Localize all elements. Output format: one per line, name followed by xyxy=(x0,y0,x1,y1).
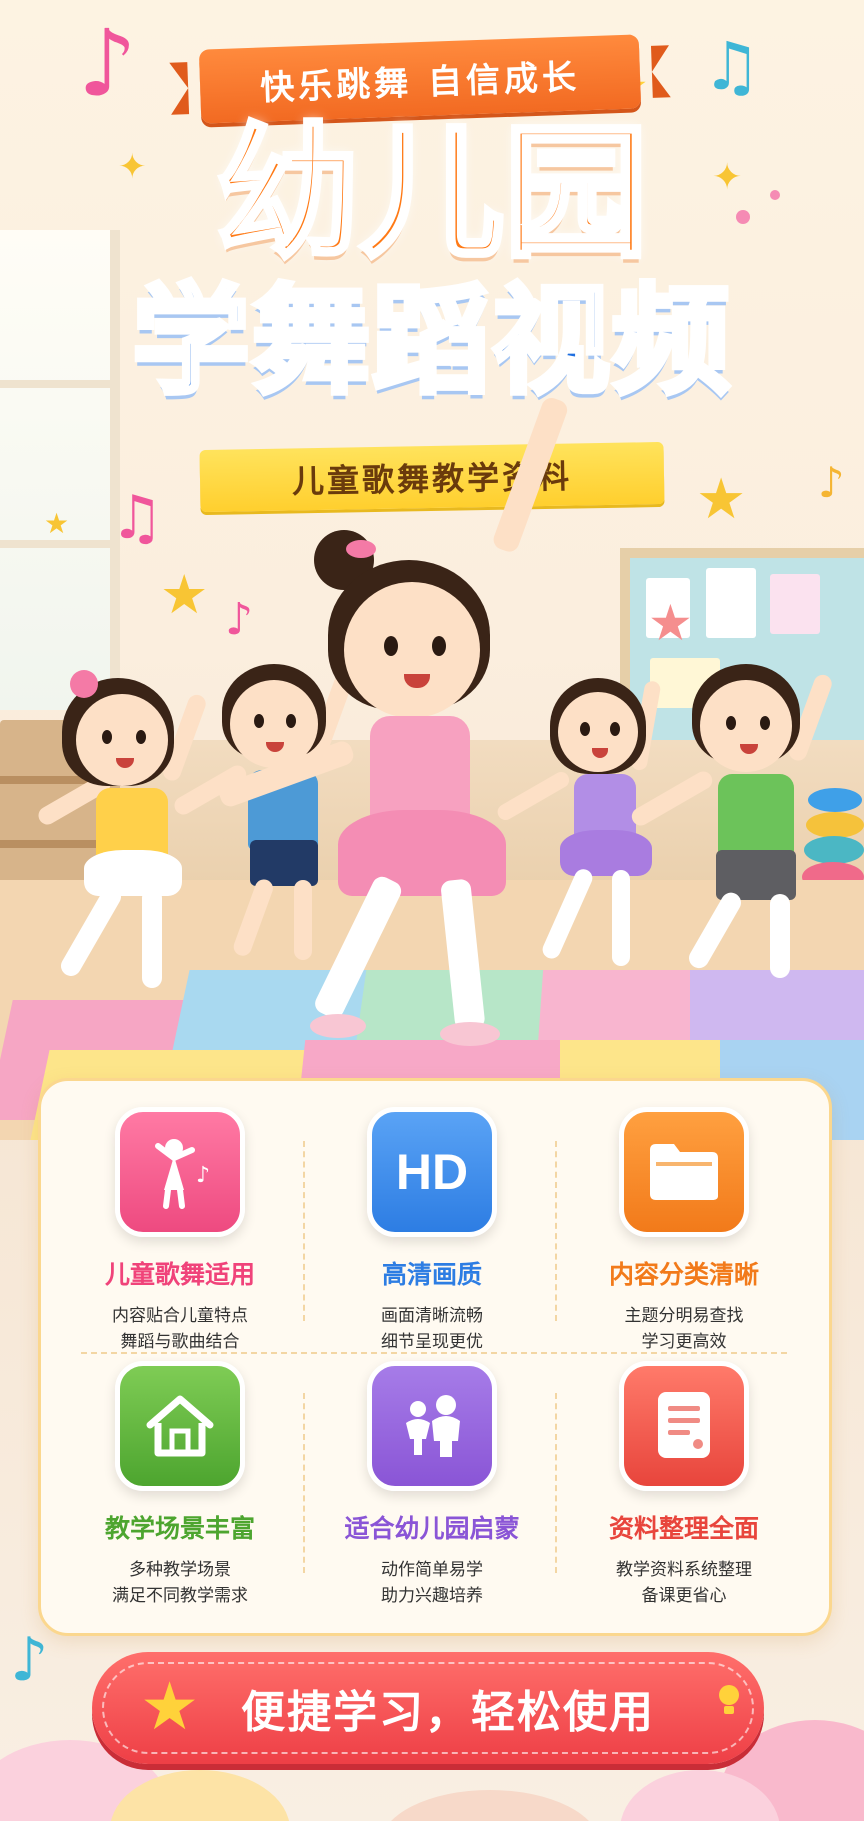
feature-desc: 主题分明易查找 学习更高效 xyxy=(624,1306,744,1352)
feature-hd-quality: HD 高清画质 画面清晰流畅 细节呈现更优 xyxy=(307,1107,557,1355)
features-panel: ♪ 儿童歌舞适用 内容贴合儿童特点 舞蹈与歌曲结合 HD 高清画质 画面清晰流畅… xyxy=(38,1078,832,1636)
music-note-icon: ♪ xyxy=(78,10,137,117)
subtitle-banner: 儿童歌舞教学资料 xyxy=(199,441,665,513)
feature-desc: 教学资料系统整理 备课更省心 xyxy=(616,1560,752,1606)
star-icon: ★ xyxy=(648,594,693,652)
star-icon: ★ xyxy=(44,507,70,540)
cta-label: 便捷学习，轻松使用 xyxy=(241,1687,655,1738)
feature-title: 高清画质 xyxy=(381,1260,482,1289)
dancing-girl-icon: ♪ xyxy=(155,1139,210,1209)
hd-icon: HD xyxy=(395,1144,469,1200)
svg-text:♪: ♪ xyxy=(196,1163,210,1188)
feature-desc: 多种教学场景 满足不同教学需求 xyxy=(112,1560,248,1606)
lightbulb-icon xyxy=(719,1685,739,1714)
cta-button[interactable]: ★ 便捷学习，轻松使用 xyxy=(92,1652,764,1764)
house-icon xyxy=(146,1395,214,1457)
slogan-text: 快乐跳舞 自信成长 xyxy=(259,56,581,109)
feature-rich-scenes: 教学场景丰富 多种教学场景 满足不同教学需求 xyxy=(55,1361,305,1609)
feature-title: 资料整理全面 xyxy=(608,1514,759,1543)
feature-desc: 画面清晰流畅 细节呈现更优 xyxy=(381,1306,483,1352)
music-note-icon: ♫ xyxy=(702,28,762,105)
feature-desc: 动作简单易学 助力兴趣培养 xyxy=(381,1560,483,1606)
feature-title: 教学场景丰富 xyxy=(104,1514,255,1543)
feature-title: 儿童歌舞适用 xyxy=(104,1260,255,1289)
feature-desc: 内容贴合儿童特点 舞蹈与歌曲结合 xyxy=(112,1306,248,1352)
music-note-icon: ♪ xyxy=(225,594,254,645)
folder-icon xyxy=(650,1144,718,1200)
child-pink-ballerina xyxy=(216,395,570,1050)
music-note-icon: ♪ xyxy=(10,1625,49,1695)
children-icon xyxy=(406,1395,460,1457)
music-note-icon: ♫ xyxy=(110,483,164,553)
feature-clear-categories: 内容分类清晰 主题分明易查找 学习更高效 xyxy=(559,1107,809,1355)
page-title-line1: 幼儿园 xyxy=(213,109,650,277)
feature-kindergarten-enlightenment: 适合幼儿园启蒙 动作简单易学 助力兴趣培养 xyxy=(307,1361,557,1609)
feature-title: 内容分类清晰 xyxy=(608,1260,759,1289)
star-icon: ★ xyxy=(696,467,747,532)
page-title-line2: 学舞蹈视频 xyxy=(129,272,732,410)
star-icon: ★ xyxy=(160,563,209,626)
poster: ♪ ♫ ♫ ♪ ♪ ♪ ★ ★ ★ ★ ★ ✦ ✦ 快乐跳舞 自信成长 幼儿园 … xyxy=(0,0,864,1821)
feature-title: 适合幼儿园启蒙 xyxy=(344,1514,520,1543)
music-note-icon: ♪ xyxy=(818,458,845,507)
child-yellow-shirt xyxy=(35,660,220,1000)
child-green-shirt xyxy=(628,650,836,990)
star-icon: ★ xyxy=(140,1668,200,1745)
document-icon xyxy=(658,1392,710,1458)
feature-comprehensive-materials: 资料整理全面 教学资料系统整理 备课更省心 xyxy=(559,1361,809,1609)
feature-kids-dance: ♪ 儿童歌舞适用 内容贴合儿童特点 舞蹈与歌曲结合 xyxy=(55,1107,305,1355)
